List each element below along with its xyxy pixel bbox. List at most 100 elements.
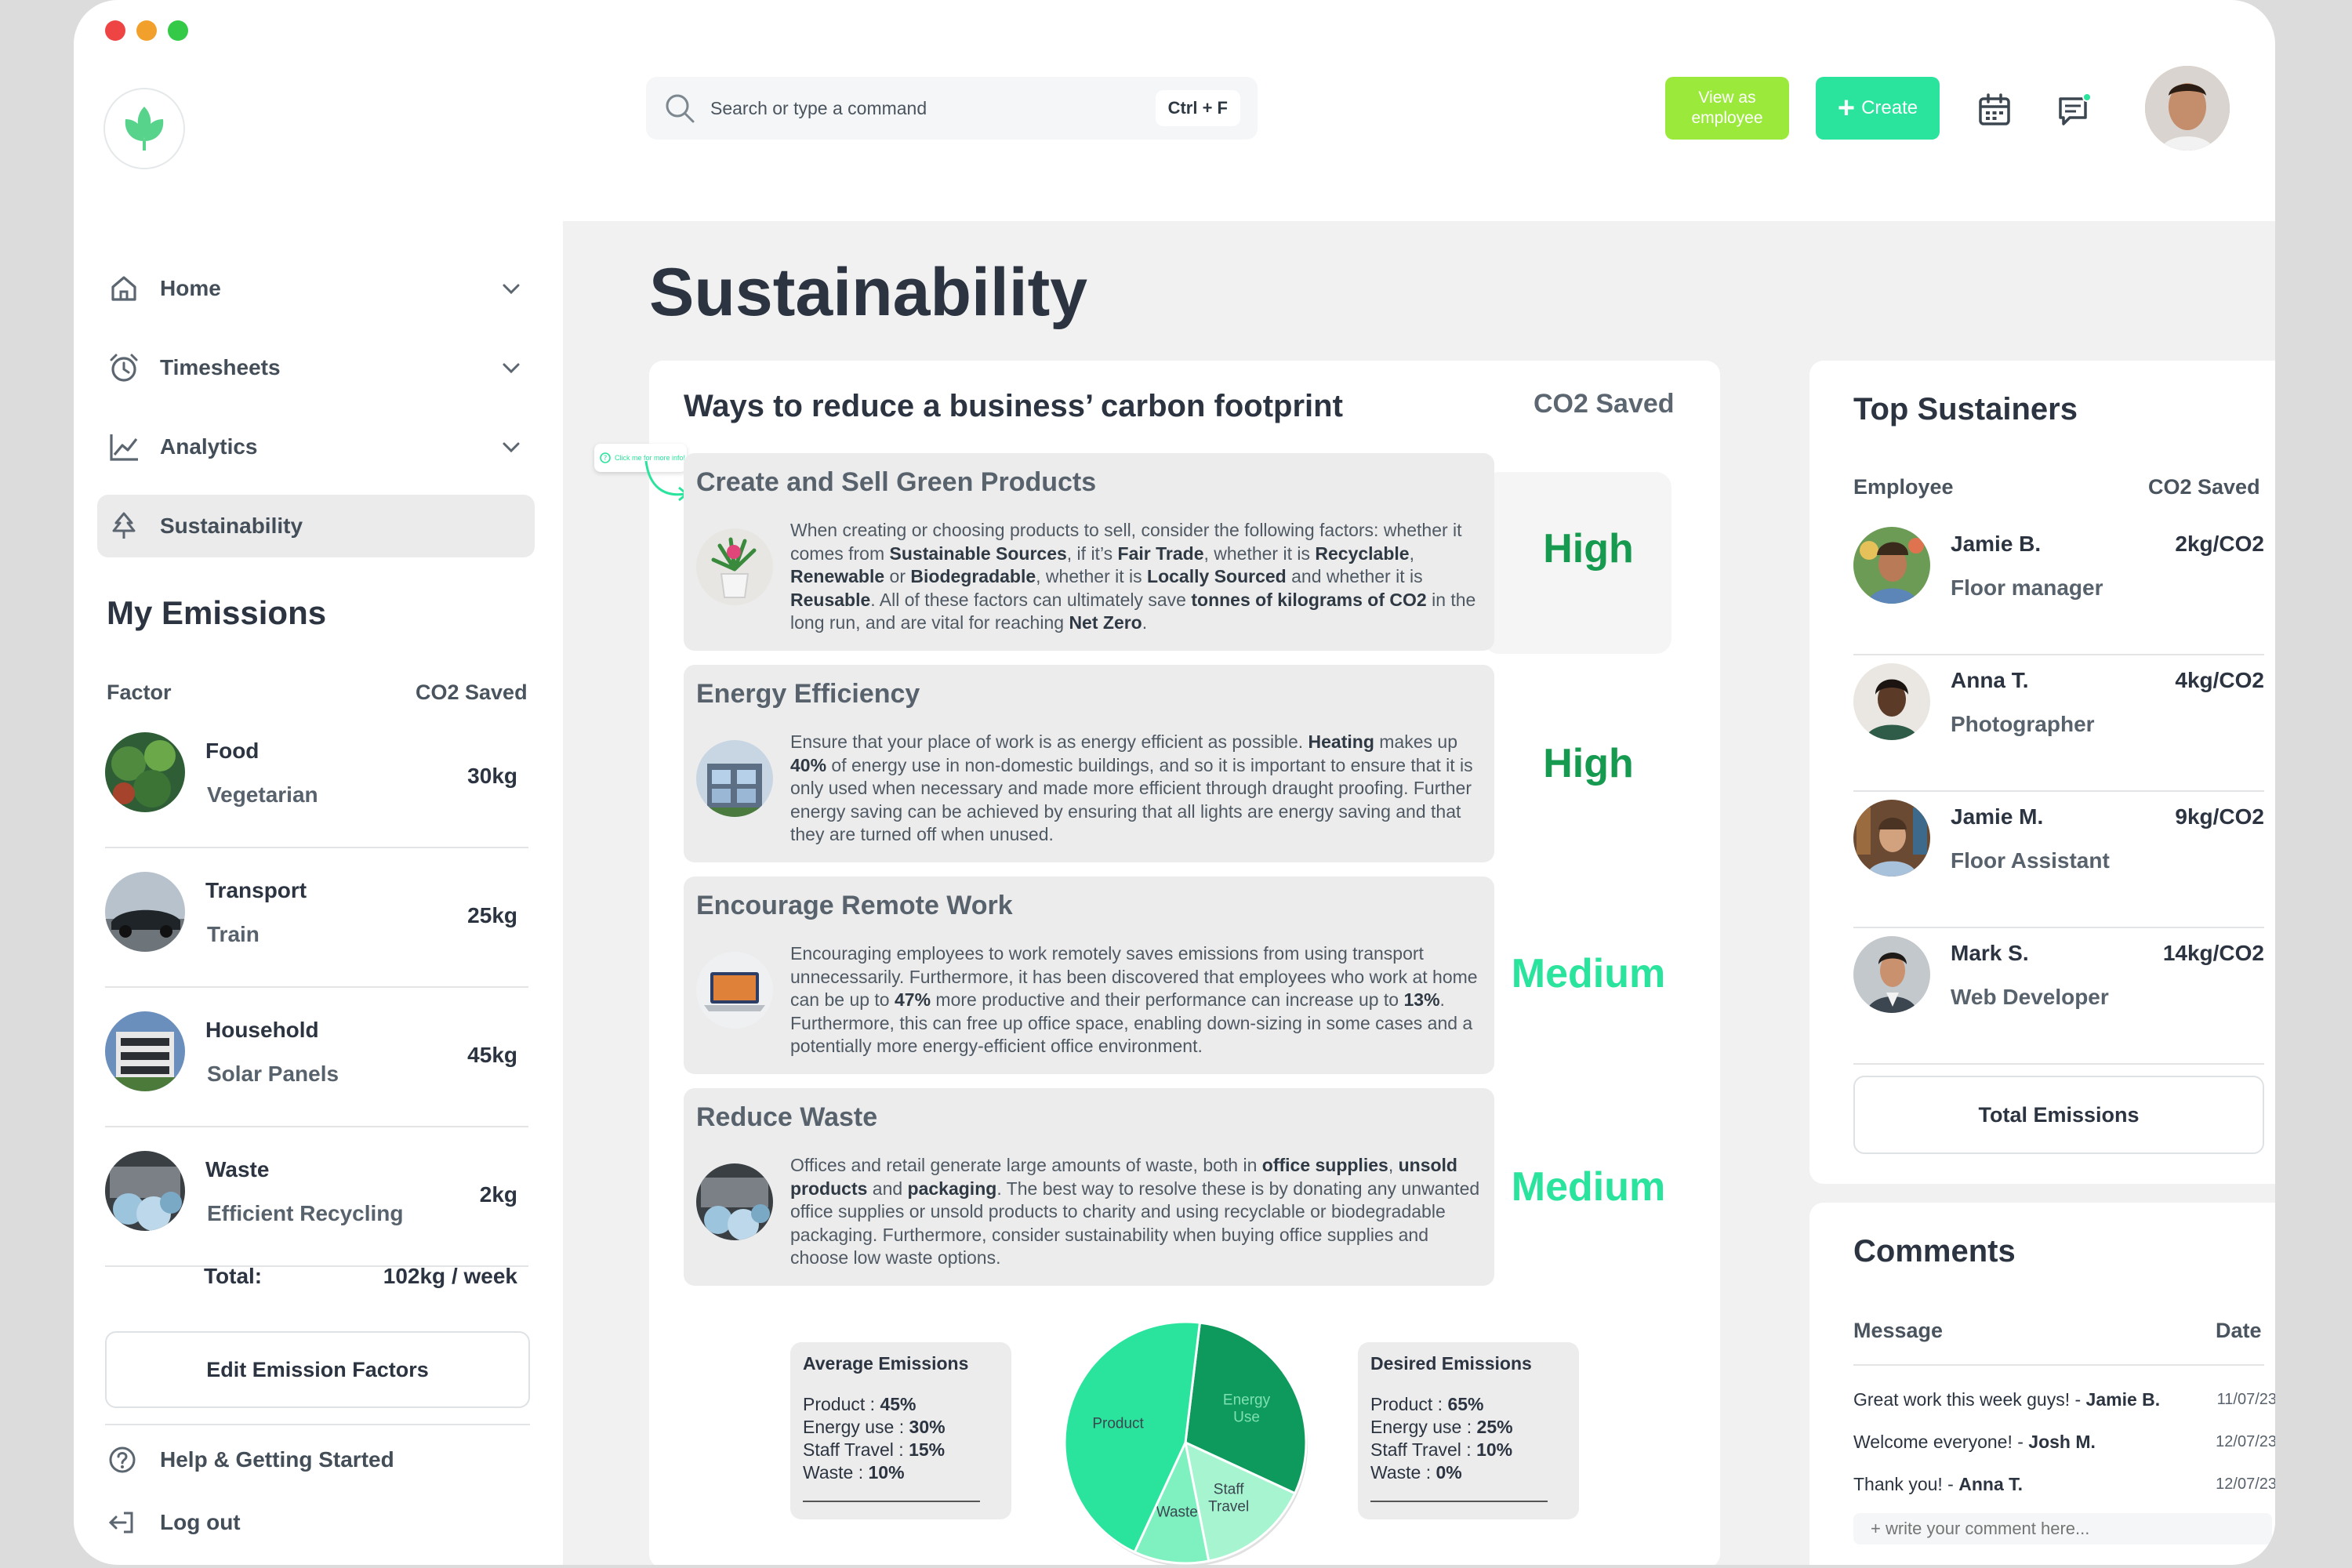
emission-row-household[interactable]: Household Solar Panels 45kg: [105, 988, 528, 1127]
emission-row-food[interactable]: Food Vegetarian 30kg: [105, 709, 528, 848]
comment-input[interactable]: [1853, 1513, 2272, 1544]
average-emissions-box: Average Emissions Product : 45% Energy u…: [790, 1342, 1011, 1519]
impact-value: High: [1543, 526, 1634, 572]
waste-bins-photo: [696, 1163, 773, 1240]
avatar: [1853, 527, 1930, 604]
sidebar-item-label: Home: [160, 276, 221, 300]
emission-name: Food: [205, 739, 260, 763]
info-tooltip[interactable]: ? Click me for more info!: [594, 444, 689, 502]
way-title: Encourage Remote Work: [696, 891, 1013, 920]
sustainer-row[interactable]: Anna T. Photographer 4kg/CO2: [1853, 655, 2264, 792]
total-label: Total:: [204, 1264, 263, 1288]
stat-line: Product : 45%: [803, 1394, 916, 1414]
logout-link[interactable]: Log out: [107, 1507, 241, 1538]
chevron-down-icon[interactable]: [500, 357, 522, 379]
user-avatar[interactable]: [2145, 66, 2230, 151]
stat-divider: [803, 1501, 980, 1502]
help-link[interactable]: Help & Getting Started: [107, 1444, 394, 1475]
way-description: Ensure that your place of work is as ene…: [790, 731, 1473, 844]
top-sustainers-title: Top Sustainers: [1853, 392, 2078, 426]
comment-row[interactable]: Great work this week guys! - Jamie B. 11…: [1853, 1389, 2275, 1410]
way-card-reduce-waste[interactable]: Reduce Waste Offices and retail generate…: [684, 1088, 1494, 1286]
svg-text:?: ?: [604, 455, 608, 463]
way-card-energy-efficiency[interactable]: Energy Efficiency Ensure that your place…: [684, 665, 1494, 862]
laptop-photo: [696, 952, 773, 1029]
sustainer-name: Anna T.: [1951, 668, 2029, 692]
sustainer-row[interactable]: Mark S. Web Developer 14kg/CO2: [1853, 928, 2264, 1065]
create-button[interactable]: + Create: [1816, 77, 1940, 140]
factor-column-header: Factor: [107, 681, 172, 704]
view-as-employee-button[interactable]: View as employee: [1665, 77, 1789, 140]
transport-photo: [105, 872, 185, 952]
sidebar-item-timesheets[interactable]: Timesheets: [97, 336, 535, 399]
sustainer-role: Web Developer: [1951, 985, 2109, 1009]
way-title: Energy Efficiency: [696, 679, 920, 709]
home-icon: [111, 276, 136, 301]
co2-column-header: CO2 Saved: [2148, 475, 2260, 499]
edit-emission-factors-button[interactable]: Edit Emission Factors: [105, 1331, 530, 1408]
divider: [1853, 1364, 2264, 1366]
date-column-header: Date: [2216, 1319, 2262, 1342]
stat-line: Waste : 0%: [1370, 1462, 1462, 1483]
emission-row-transport[interactable]: Transport Train 25kg: [105, 848, 528, 988]
comment-date: 12/07/23: [2216, 1433, 2275, 1450]
sidebar-item-analytics[interactable]: Analytics: [97, 416, 535, 478]
leaf-logo-icon[interactable]: [103, 88, 185, 169]
close-window-button[interactable]: [105, 20, 125, 41]
divider: [105, 1424, 530, 1425]
comment-message: Thank you! - Anna T.: [1853, 1474, 2024, 1494]
chevron-down-icon[interactable]: [500, 278, 522, 299]
sustainer-value: 4kg/CO2: [2175, 668, 2264, 692]
search-bar[interactable]: Ctrl + F: [646, 77, 1258, 140]
sustainer-value: 14kg/CO2: [2162, 941, 2264, 965]
search-shortcut: Ctrl + F: [1155, 90, 1240, 126]
ways-title: Ways to reduce a business’ carbon footpr…: [684, 389, 1343, 423]
avatar: [1853, 800, 1930, 877]
co2-column-header: CO2 Saved: [416, 681, 528, 704]
way-description: Encouraging employees to work remotely s…: [790, 943, 1478, 1056]
chevron-down-icon[interactable]: [500, 436, 522, 458]
average-emissions-title: Average Emissions: [803, 1353, 969, 1374]
help-label: Help & Getting Started: [160, 1447, 394, 1472]
sustainer-value: 2kg/CO2: [2175, 532, 2264, 556]
impact-value: Medium: [1511, 951, 1666, 996]
pie-label: Staff Travel: [1208, 1481, 1249, 1515]
comment-date: 12/07/23: [2216, 1475, 2275, 1493]
way-card-remote-work[interactable]: Encourage Remote Work Encouraging employ…: [684, 877, 1494, 1074]
emissions-pie-chart: Energy UseStaff TravelWasteProduct: [1063, 1320, 1308, 1565]
sidebar-item-home[interactable]: Home: [97, 257, 535, 320]
comment-row[interactable]: Thank you! - Anna T. 12/07/23: [1853, 1474, 2275, 1495]
plus-icon: +: [1837, 92, 1856, 125]
pie-label: Waste: [1156, 1504, 1198, 1521]
stat-line: Staff Travel : 10%: [1370, 1439, 1513, 1460]
total-value: 102kg / week: [383, 1264, 517, 1288]
waste-photo: [105, 1151, 185, 1231]
way-description: When creating or choosing products to se…: [790, 520, 1476, 633]
maximize-window-button[interactable]: [168, 20, 188, 41]
message-column-header: Message: [1853, 1319, 1944, 1342]
desired-emissions-box: Desired Emissions Product : 65% Energy u…: [1358, 1342, 1579, 1519]
comment-row[interactable]: Welcome everyone! - Josh M. 12/07/23: [1853, 1432, 2275, 1453]
sustainer-name: Jamie M.: [1951, 804, 2044, 829]
stat-divider: [1370, 1501, 1548, 1502]
desired-emissions-title: Desired Emissions: [1370, 1353, 1532, 1374]
household-photo: [105, 1011, 185, 1091]
search-input[interactable]: [710, 97, 1156, 119]
sustainer-row[interactable]: Jamie B. Floor manager 2kg/CO2: [1853, 519, 2264, 655]
food-photo: [105, 732, 185, 812]
impact-value: Medium: [1511, 1164, 1666, 1210]
way-card-green-products[interactable]: Create and Sell Green Products When crea…: [684, 453, 1494, 651]
minimize-window-button[interactable]: [136, 20, 157, 41]
emission-row-waste[interactable]: Waste Efficient Recycling 2kg: [105, 1127, 528, 1267]
total-emissions-button[interactable]: Total Emissions: [1853, 1076, 2264, 1154]
messages-icon[interactable]: [2056, 91, 2093, 129]
plant-photo: [696, 528, 773, 605]
calendar-icon[interactable]: [1976, 91, 2013, 129]
sustainer-row[interactable]: Jamie M. Floor Assistant 9kg/CO2: [1853, 792, 2264, 928]
way-title: Reduce Waste: [696, 1102, 878, 1132]
way-description: Offices and retail generate large amount…: [790, 1155, 1480, 1268]
emission-sub: Vegetarian: [207, 782, 318, 807]
sidebar-item-sustainability[interactable]: Sustainability: [97, 495, 535, 557]
sidebar-item-label: Analytics: [160, 434, 258, 459]
emission-value: 45kg: [467, 1043, 517, 1067]
